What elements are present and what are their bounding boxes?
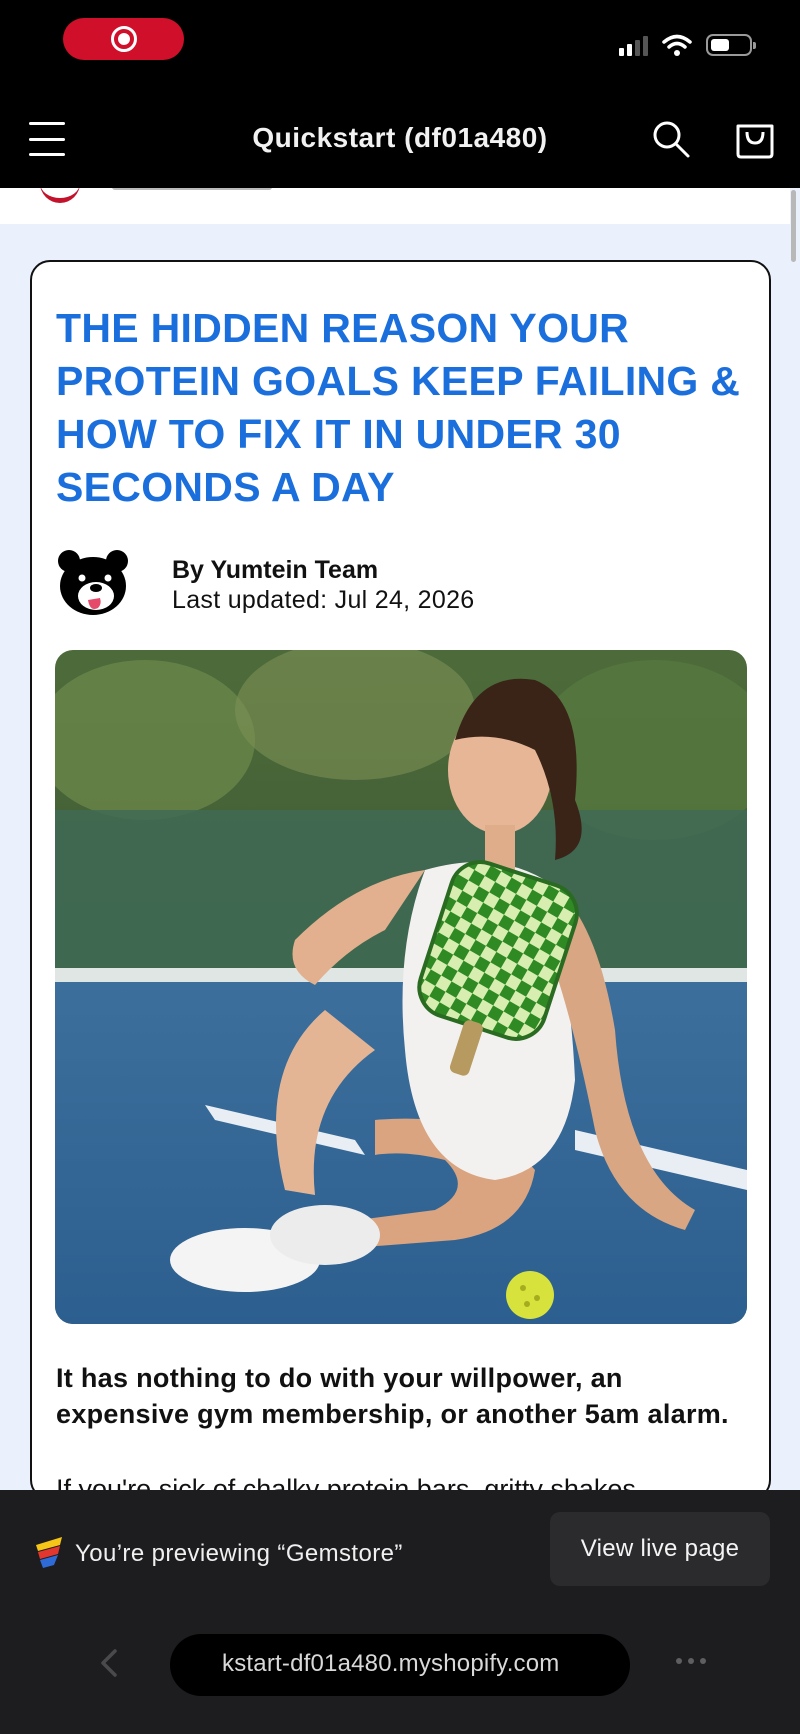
pickleball-player-photo	[55, 650, 747, 1324]
author-byline: By Yumtein Team	[172, 556, 379, 584]
browser-address-row: kstart-df01a480.myshopify.com	[0, 1630, 800, 1700]
announcement-strip	[0, 188, 790, 224]
status-bar	[0, 0, 800, 92]
author-row: By Yumtein Team Last updated: Jul 24, 20…	[56, 548, 656, 618]
url-text: kstart-df01a480.myshopify.com	[222, 1650, 560, 1677]
more-options-icon[interactable]	[676, 1658, 706, 1664]
preview-message: You’re previewing “Gemstore”	[75, 1540, 403, 1567]
article-card: THE HIDDEN REASON YOUR PROTEIN GOALS KEE…	[30, 260, 771, 1500]
bear-avatar	[58, 550, 128, 615]
store-header: Quickstart (df01a480)	[0, 92, 800, 188]
page-scrollbar[interactable]	[791, 190, 796, 262]
theme-preview-bar: You’re previewing “Gemstore” View live p…	[0, 1490, 800, 1734]
view-live-page-button[interactable]: View live page	[550, 1512, 770, 1586]
last-updated: Last updated: Jul 24, 2026	[172, 586, 475, 614]
back-chevron-icon[interactable]	[98, 1648, 120, 1678]
url-bar[interactable]: kstart-df01a480.myshopify.com	[170, 1634, 630, 1696]
article-headline: THE HIDDEN REASON YOUR PROTEIN GOALS KEE…	[56, 305, 741, 510]
article-intro: It has nothing to do with your willpower…	[56, 1363, 729, 1429]
hero-image	[55, 650, 747, 1324]
brand-logo-fragment	[40, 188, 80, 203]
screen-recording-indicator[interactable]	[63, 18, 184, 60]
battery-icon	[706, 34, 756, 56]
wifi-icon	[662, 34, 692, 56]
cart-icon[interactable]	[734, 116, 776, 160]
gemstore-logo-icon	[36, 1537, 62, 1568]
search-icon[interactable]	[650, 118, 692, 160]
cellular-signal-icon	[619, 34, 648, 56]
